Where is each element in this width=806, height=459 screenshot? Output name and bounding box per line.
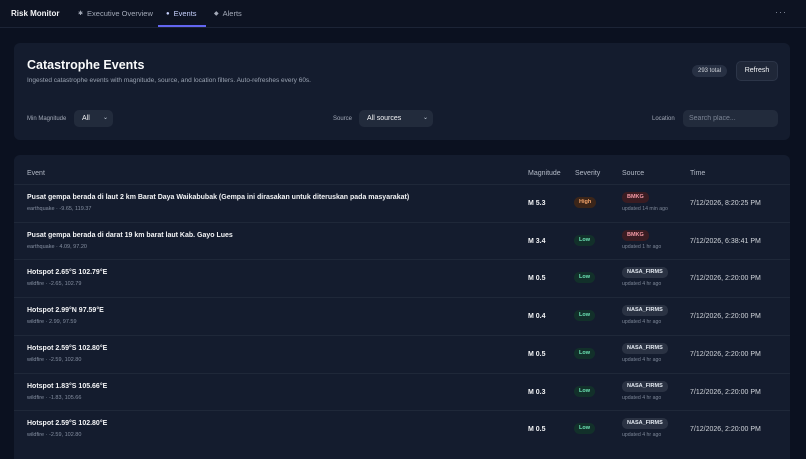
updated-text: updated 4 hr ago (622, 394, 662, 401)
table-row[interactable]: Hotspot 2.59°S 102.80°E wildfire · -2.59… (14, 334, 790, 373)
event-title: Hotspot 1.83°S 105.66°E (27, 382, 108, 390)
event-magnitude: M 0.5 (528, 350, 546, 358)
tab-label: Events (173, 9, 197, 18)
updated-text: updated 4 hr ago (622, 319, 662, 326)
event-meta: wildfire · -1.83, 105.66 (27, 394, 82, 401)
table-row[interactable]: Hotspot 2.65°S 102.79°E wildfire · -2.65… (14, 259, 790, 297)
updated-text: updated 4 hr ago (622, 281, 662, 288)
tab-events[interactable]: ● Events (166, 9, 197, 18)
event-magnitude: M 3.4 (528, 237, 546, 245)
severity-badge: Low (574, 423, 595, 435)
min-magnitude-value: All (82, 115, 90, 122)
event-time: 7/12/2026, 2:20:00 PM (690, 313, 761, 321)
severity-badge: High (574, 197, 597, 208)
more-menu-icon[interactable]: ··· (775, 7, 787, 17)
event-time: 7/12/2026, 2:20:00 PM (690, 350, 761, 358)
event-title: Hotspot 2.99°N 97.59°E (27, 307, 104, 315)
updated-text: updated 4 hr ago (622, 356, 662, 363)
column-header-event: Event (27, 170, 45, 177)
column-header-severity: Severity (575, 170, 601, 177)
severity-badge: Low (574, 385, 595, 397)
event-title: Hotspot 2.65°S 102.79°E (27, 269, 108, 277)
source-badge: NASA_FIRMS (622, 380, 668, 392)
min-magnitude-select[interactable]: All ⌄ (74, 110, 113, 127)
event-time: 7/12/2026, 2:20:00 PM (690, 426, 761, 434)
event-magnitude: M 0.5 (528, 426, 546, 434)
min-magnitude-label: Min Magnitude (27, 116, 67, 122)
event-title: Pusat gempa berada di darat 19 km barat … (27, 231, 233, 239)
location-label: Location (652, 116, 675, 122)
event-time: 7/12/2026, 6:38:41 PM (690, 237, 761, 245)
events-header-card: Catastrophe Events Ingested catastrophe … (14, 43, 790, 140)
severity-badge: Low (574, 272, 595, 284)
page-subtitle: Ingested catastrophe events with magnitu… (27, 77, 311, 84)
event-magnitude: M 0.3 (528, 388, 546, 396)
table-row[interactable]: Pusat gempa berada di laut 2 km Barat Da… (14, 184, 790, 222)
refresh-button[interactable]: Refresh (736, 61, 778, 81)
source-label: Source (333, 116, 353, 122)
event-meta: wildfire · 2.99, 97.59 (27, 319, 77, 326)
source-badge: BMKG (622, 192, 649, 203)
event-title: Pusat gempa berada di laut 2 km Barat Da… (27, 194, 410, 201)
updated-text: updated 4 hr ago (622, 432, 662, 439)
source-badge: BMKG (622, 229, 649, 241)
event-magnitude: M 5.3 (528, 200, 546, 207)
severity-badge: Low (574, 347, 595, 359)
event-meta: earthquake · 4.09, 97.20 (27, 243, 87, 250)
events-table: Event Magnitude Severity Source Time Pus… (14, 155, 790, 459)
source-badge: NASA_FIRMS (622, 267, 668, 279)
table-row[interactable]: Pusat gempa berada di darat 19 km barat … (14, 221, 790, 260)
column-header-source: Source (622, 170, 645, 177)
tab-label: Alerts (222, 9, 242, 18)
table-row[interactable]: Hotspot 1.83°S 105.66°E wildfire · -1.83… (14, 372, 790, 411)
table-row[interactable]: Hotspot 2.99°N 97.59°E wildfire · 2.99, … (14, 297, 790, 335)
severity-badge: Low (574, 234, 595, 246)
star-icon: ✱ (78, 10, 84, 17)
column-header-magnitude: Magnitude (528, 170, 561, 177)
event-time: 7/12/2026, 2:20:00 PM (690, 388, 761, 396)
event-meta: wildfire · -2.65, 102.79 (27, 281, 82, 288)
event-title: Hotspot 2.59°S 102.80°E (27, 344, 108, 352)
source-value: All sources (367, 115, 402, 122)
source-select[interactable]: All sources ⌄ (359, 110, 433, 127)
source-badge: NASA_FIRMS (622, 305, 668, 317)
tab-label: Executive Overview (87, 9, 153, 18)
tab-executive-overview[interactable]: ✱ Executive Overview (78, 9, 153, 18)
column-header-time: Time (690, 170, 706, 177)
event-magnitude: M 0.5 (528, 275, 546, 283)
table-row[interactable]: Hotspot 2.59°S 102.80°E wildfire · -2.59… (14, 410, 790, 448)
event-meta: earthquake · -9.65, 119.37 (27, 206, 92, 212)
chevron-down-icon: ⌄ (422, 115, 428, 121)
dot-icon: ● (166, 10, 170, 17)
event-meta: wildfire · -2.59, 102.80 (27, 432, 82, 439)
top-navigation: Risk Monitor ✱ Executive Overview ● Even… (0, 0, 806, 28)
event-title: Hotspot 2.59°S 102.80°E (27, 420, 108, 428)
event-magnitude: M 0.4 (528, 313, 546, 321)
event-meta: wildfire · -2.59, 102.80 (27, 356, 82, 363)
updated-text: updated 1 hr ago (622, 243, 662, 250)
total-count-badge: 293 total (692, 65, 728, 77)
diamond-icon: ◆ (214, 10, 219, 17)
event-time: 7/12/2026, 2:20:00 PM (690, 275, 761, 283)
location-search-input[interactable] (683, 110, 778, 127)
source-badge: NASA_FIRMS (622, 418, 668, 430)
app-title: Risk Monitor (11, 9, 60, 18)
page-title: Catastrophe Events (27, 58, 145, 72)
tab-alerts[interactable]: ◆ Alerts (214, 9, 242, 18)
source-badge: NASA_FIRMS (622, 342, 668, 354)
chevron-down-icon: ⌄ (102, 115, 108, 121)
active-tab-indicator (158, 25, 206, 27)
updated-text: updated 14 min ago (622, 206, 668, 212)
severity-badge: Low (574, 310, 595, 322)
event-time: 7/12/2026, 8:20:25 PM (690, 200, 761, 207)
